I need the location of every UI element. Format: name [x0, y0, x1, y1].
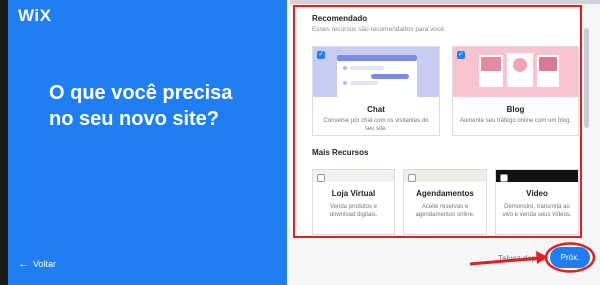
next-button[interactable]: Próx.	[550, 247, 590, 268]
annotation-arrow	[469, 242, 596, 273]
